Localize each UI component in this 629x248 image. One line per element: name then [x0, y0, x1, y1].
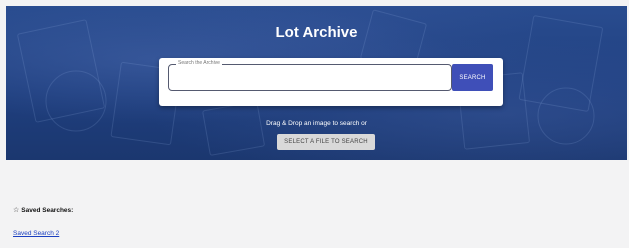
saved-searches-heading: ☆ Saved Searches: — [13, 206, 73, 214]
search-button[interactable]: SEARCH — [452, 64, 493, 91]
search-field-label: Search the Archive — [176, 60, 222, 66]
hero-banner: Lot Archive Search the Archive SEARCH Dr… — [6, 6, 627, 160]
star-outline-icon: ☆ — [13, 206, 20, 214]
saved-search-link[interactable]: Saved Search 2 — [13, 230, 59, 237]
drag-drop-instructions: Drag & Drop an image to search or — [266, 120, 367, 127]
saved-searches-title: Saved Searches: — [21, 206, 74, 214]
page-title: Lot Archive — [275, 24, 358, 41]
select-file-button[interactable]: SELECT A FILE TO SEARCH — [277, 134, 375, 150]
search-input[interactable] — [173, 69, 443, 85]
search-field[interactable]: Search the Archive — [168, 60, 452, 91]
search-card: Search the Archive SEARCH — [159, 58, 503, 106]
